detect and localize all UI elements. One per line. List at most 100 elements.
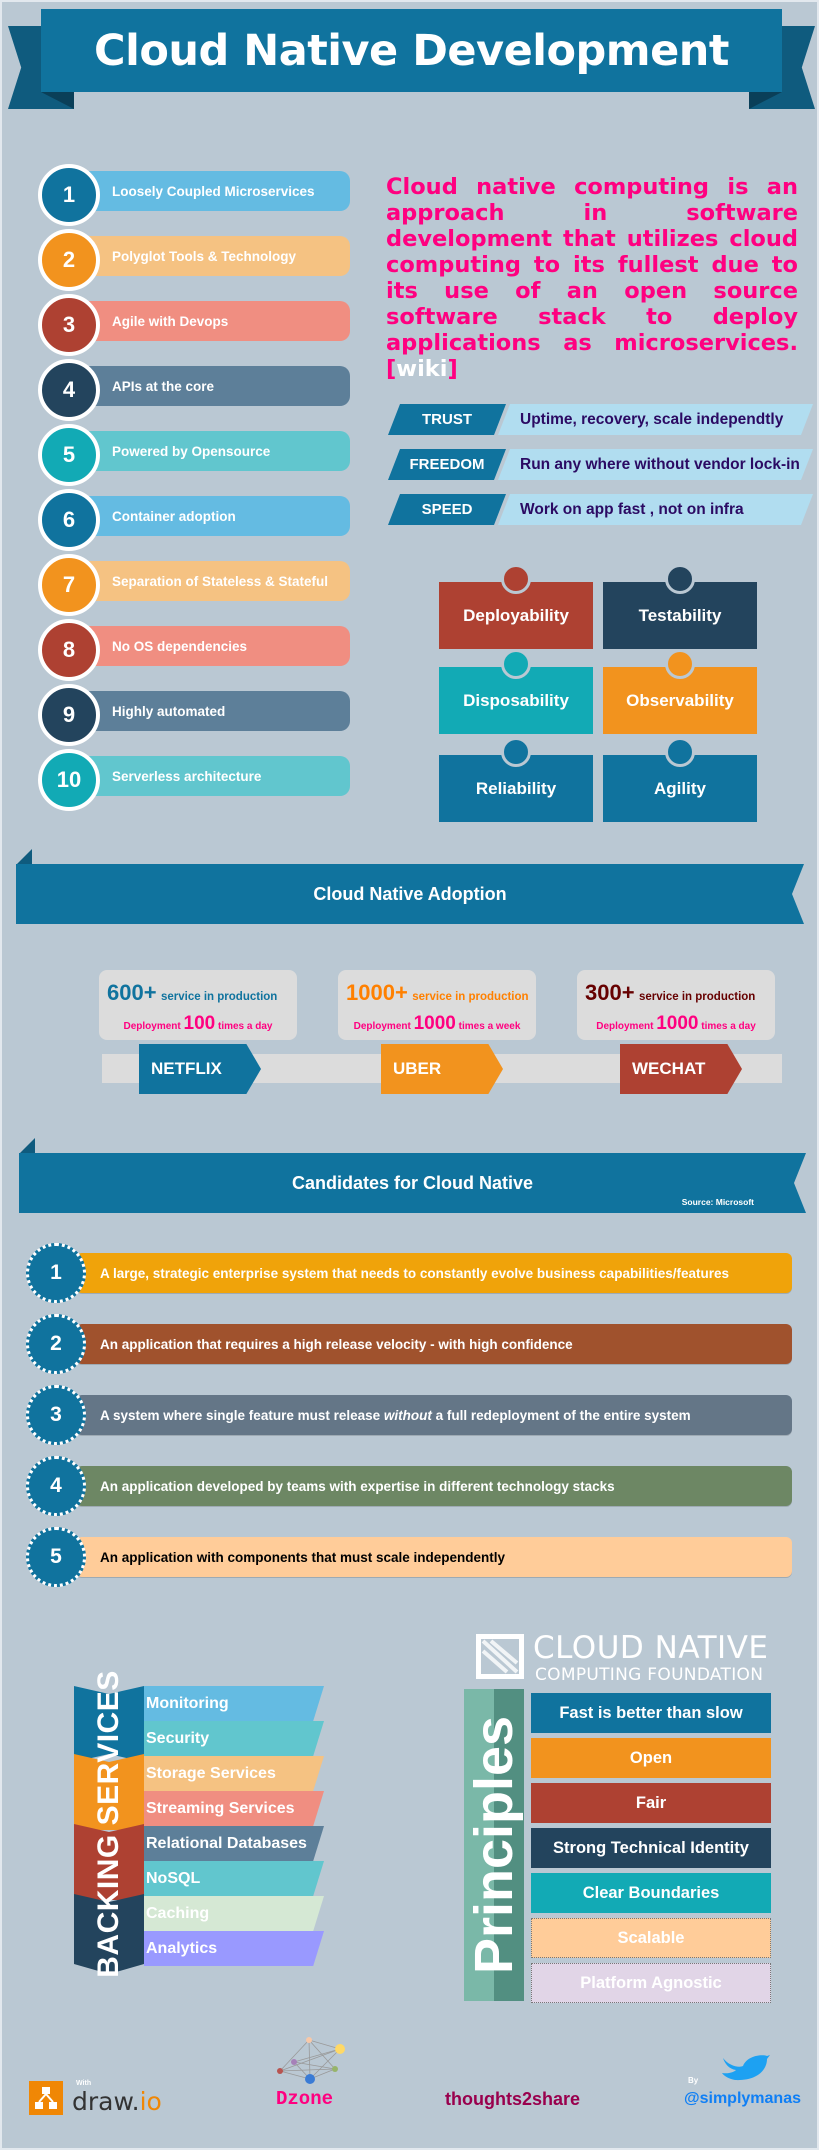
- service-count-line: 1000+ service in production: [346, 980, 529, 1006]
- trait-label: Separation of Stateless & Stateful: [78, 561, 350, 601]
- deploy-prefix: Deployment: [596, 1021, 654, 1032]
- trait-number-badge: 1: [38, 164, 100, 226]
- trait-item: Powered by Opensource 5: [38, 424, 350, 486]
- principle-item: Open: [531, 1738, 771, 1778]
- trait-number-badge: 3: [38, 294, 100, 356]
- cncf-title: CLOUD NATIVE: [533, 1630, 769, 1666]
- dzone-label: Dzone: [276, 2088, 334, 2110]
- trait-number-badge: 6: [38, 489, 100, 551]
- principle-item: Strong Technical Identity: [531, 1828, 771, 1868]
- principle-item: Fair: [531, 1783, 771, 1823]
- bracket-close: ]: [447, 356, 458, 382]
- quality-tile: Testability: [603, 564, 757, 649]
- trait-label: Powered by Opensource: [78, 431, 350, 471]
- candidate-text-main: An application developed by teams with e…: [100, 1478, 615, 1494]
- backing-service-item: Caching: [144, 1896, 324, 1931]
- trait-item: Separation of Stateless & Stateful 7: [38, 554, 350, 616]
- quality-tile: Reliability: [439, 737, 593, 822]
- puzzle-knob-icon: [665, 737, 695, 767]
- company-tag: NETFLIX: [139, 1044, 261, 1094]
- twitter-icon[interactable]: [721, 2052, 771, 2082]
- candidate-number-badge: 1: [26, 1243, 86, 1303]
- service-label: service in production: [639, 991, 756, 1003]
- candidate-text: An application developed by teams with e…: [76, 1466, 792, 1506]
- drawio-logo-icon: [29, 2081, 63, 2115]
- backing-service-item: Storage Services: [144, 1756, 324, 1791]
- drawio-text: draw.: [72, 2087, 140, 2116]
- company-tag: UBER: [381, 1044, 503, 1094]
- trait-label: APIs at the core: [78, 366, 350, 406]
- candidates-heading: Candidates for Cloud Native Source: Micr…: [19, 1153, 806, 1213]
- deploy-prefix: Deployment: [353, 1021, 411, 1032]
- dzone-network-icon: [277, 2037, 345, 2084]
- service-label: service in production: [161, 991, 278, 1003]
- twitter-handle[interactable]: @simplymanas: [684, 2090, 801, 2108]
- trait-label: Highly automated: [78, 691, 350, 731]
- trait-item: APIs at the core 4: [38, 359, 350, 421]
- trait-item: Serverless architecture 10: [38, 749, 350, 811]
- deploy-count: 1000: [413, 1013, 456, 1034]
- pillar-key: SPEED: [388, 494, 506, 525]
- service-count: 600+: [107, 980, 157, 1005]
- candidate-text-main: A large, strategic enterprise system tha…: [100, 1265, 729, 1281]
- with-label: With: [76, 2080, 92, 2087]
- pillar-row: FREEDOM Run any where without vendor lock…: [388, 449, 813, 480]
- trait-item: Loosely Coupled Microservices 1: [38, 164, 350, 226]
- pillar-value: Uptime, recovery, scale independtly: [498, 404, 813, 435]
- backing-service-item: Analytics: [144, 1931, 324, 1966]
- deploy-count: 100: [183, 1013, 216, 1034]
- quality-tile: Disposability: [439, 649, 593, 734]
- puzzle-knob-icon: [665, 564, 695, 594]
- trait-label: Serverless architecture: [78, 756, 350, 796]
- definition-body: Cloud native computing is an approach in…: [386, 174, 798, 356]
- deploy-suffix: times a day: [701, 1021, 756, 1032]
- principle-item: Scalable: [531, 1918, 771, 1958]
- cncf-subtitle: COMPUTING FOUNDATION: [535, 1665, 764, 1685]
- deploy-prefix: Deployment: [123, 1021, 181, 1032]
- candidate-text: An application with components that must…: [76, 1537, 792, 1577]
- trait-item: Agile with Devops 3: [38, 294, 350, 356]
- quality-label: Observability: [626, 690, 734, 710]
- principles-label: Principles: [464, 1715, 524, 1975]
- definition-text: Cloud native computing is an approach in…: [386, 174, 798, 382]
- trait-number-badge: 2: [38, 229, 100, 291]
- cncf-logo-icon: [476, 1634, 524, 1679]
- principle-item: Platform Agnostic: [531, 1963, 771, 2003]
- adoption-heading: Cloud Native Adoption: [16, 864, 804, 924]
- candidate-text: A system where single feature must relea…: [76, 1395, 792, 1435]
- adoption-card: 300+ service in production Deployment 100…: [577, 970, 775, 1040]
- deploy-suffix: times a day: [218, 1021, 273, 1032]
- principle-item: Clear Boundaries: [531, 1873, 771, 1913]
- candidate-item: An application developed by teams with e…: [26, 1456, 792, 1516]
- candidate-number-badge: 3: [26, 1385, 86, 1445]
- service-count-line: 600+ service in production: [107, 980, 277, 1006]
- backing-service-item: Streaming Services: [144, 1791, 324, 1826]
- candidates-heading-text: Candidates for Cloud Native: [291, 1172, 534, 1193]
- candidate-number-badge: 5: [26, 1527, 86, 1587]
- quality-tile: Deployability: [439, 564, 593, 649]
- quality-tile: Agility: [603, 737, 757, 822]
- trait-number-badge: 4: [38, 359, 100, 421]
- source-label: Source: Microsoft: [681, 1197, 754, 1207]
- pillar-value: Run any where without vendor lock-in: [498, 449, 813, 480]
- backing-service-item: Security: [144, 1721, 324, 1756]
- trait-number-badge: 10: [38, 749, 100, 811]
- trait-label: Agile with Devops: [78, 301, 350, 341]
- quality-label: Testability: [638, 605, 722, 625]
- quality-tile: Observability: [603, 649, 757, 734]
- deploy-count: 1000: [656, 1013, 699, 1034]
- puzzle-knob-icon: [665, 649, 695, 679]
- trait-number-badge: 7: [38, 554, 100, 616]
- wiki-link[interactable]: wiki: [396, 356, 447, 382]
- puzzle-knob-icon: [501, 737, 531, 767]
- puzzle-knob-icon: [501, 564, 531, 594]
- page-title: Cloud Native Development: [41, 9, 782, 92]
- trait-label: Loosely Coupled Microservices: [78, 171, 350, 211]
- candidate-item: An application with components that must…: [26, 1527, 792, 1587]
- candidate-number-badge: 4: [26, 1456, 86, 1516]
- service-count: 1000+: [346, 980, 408, 1005]
- adoption-card: 1000+ service in production Deployment 10…: [338, 970, 536, 1040]
- puzzle-knob-icon: [501, 649, 531, 679]
- trait-label: Container adoption: [78, 496, 350, 536]
- backing-service-item: NoSQL: [144, 1861, 324, 1896]
